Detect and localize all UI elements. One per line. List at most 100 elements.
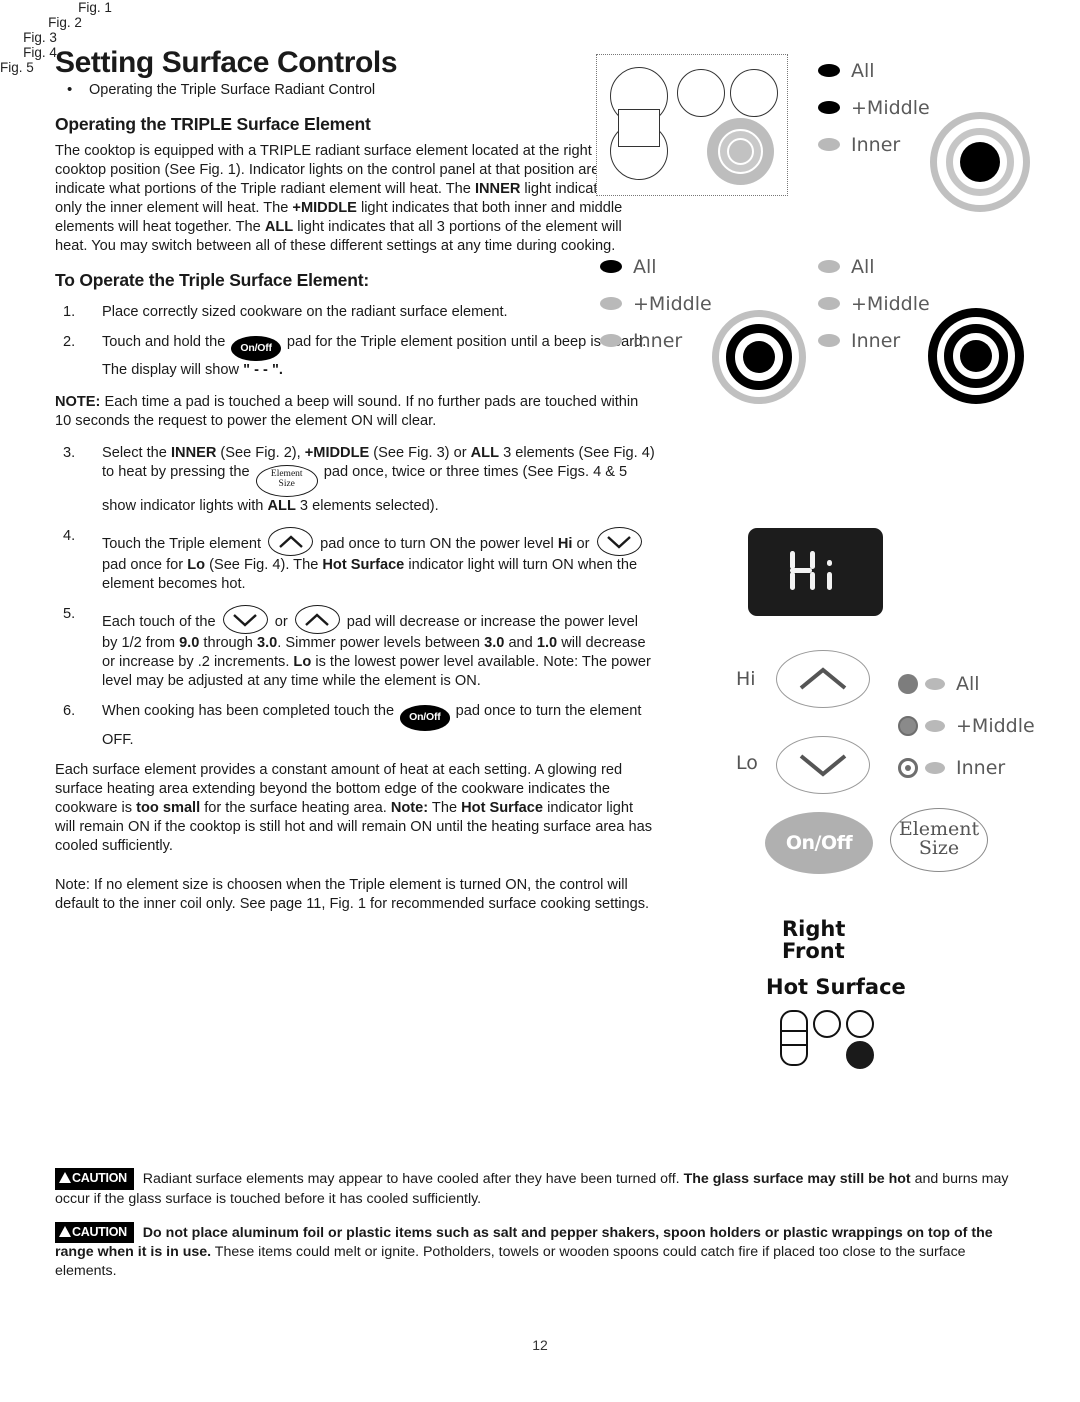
right-front-line1: Right: [782, 917, 846, 941]
ring-inner-on: [743, 341, 775, 373]
step-number: 5.: [63, 606, 76, 623]
led-indicator-icon: [818, 334, 840, 347]
indicator-label: +Middle: [633, 292, 712, 315]
caution-badge: CAUTION: [55, 1168, 134, 1190]
bullet-dot: •: [67, 81, 73, 98]
ring-inner-on: [960, 142, 1000, 182]
chevron-up-icon: [799, 667, 847, 690]
indicator-label: +Middle: [851, 292, 930, 315]
led-indicator-icon: [818, 101, 840, 114]
pad-lo-label: Lo: [736, 752, 758, 774]
note-beep: NOTE: Each time a pad is touched a beep …: [55, 394, 639, 430]
chevron-down-icon: [799, 754, 847, 777]
indicator-row-all: All: [898, 663, 1035, 705]
burner-position-glyph: [780, 1010, 890, 1069]
step-text: Touch the Triple element pad once to tur…: [102, 527, 645, 592]
figure-4-element-rings: [928, 308, 1024, 404]
step-item-5: 5. Each touch of the or pad will decreas…: [55, 605, 655, 691]
indicator-label: All: [633, 255, 657, 278]
element-size-pad-inline: Element Size: [255, 465, 318, 498]
page-title: Setting Surface Controls: [55, 46, 398, 79]
chevron-down-pad-inline: [222, 605, 268, 635]
indicator-row-middle: +Middle: [818, 285, 930, 322]
step-item-2: 2. Touch and hold the On/Off pad for the…: [55, 333, 655, 380]
glyph-right-front-active: [846, 1041, 874, 1069]
burner-right-rear: [730, 69, 778, 117]
indicator-row-inner: Inner: [818, 126, 930, 163]
step-text: When cooking has been completed touch th…: [102, 703, 642, 748]
indicator-row-inner: Inner: [818, 322, 930, 359]
led-indicator-icon: [600, 297, 622, 310]
operate-steps-list-cont: 3. Select the INNER (See Fig. 2), +MIDDL…: [55, 444, 655, 750]
page-number: 12: [532, 1337, 548, 1353]
burner-center-rear: [677, 69, 725, 117]
figure-3-indicator-legend: All +Middle Inner: [600, 248, 712, 359]
indicator-label: +Middle: [956, 715, 1035, 737]
chevron-down-pad-inline: [596, 527, 642, 557]
step-number: 2.: [63, 333, 76, 350]
led-indicator-icon: [600, 260, 622, 273]
glyph-center-rear: [813, 1010, 841, 1038]
right-front-label: Right Front: [782, 918, 845, 963]
figure-5-led-display: [748, 528, 883, 616]
bridge-element: [618, 109, 660, 147]
triple-description: The cooktop is equipped with a TRIPLE ra…: [55, 143, 652, 254]
caution-block-1: CAUTION Radiant surface elements may app…: [55, 1168, 1025, 1209]
on-off-pad-label: On/Off: [785, 832, 853, 854]
caution-badge-text: CAUTION: [72, 1171, 127, 1185]
step-item-6: 6. When cooking has been completed touch…: [55, 702, 655, 749]
element-size-label-line1: Element: [898, 818, 980, 840]
right-front-line2: Front: [782, 939, 845, 964]
intro-bullet: • Operating the Triple Surface Radiant C…: [55, 81, 655, 98]
increase-power-pad[interactable]: [776, 650, 870, 708]
on-off-pad[interactable]: On/Off: [765, 812, 873, 874]
left-text-column: Setting Surface Controls • Operating the…: [55, 46, 655, 914]
figure-2-indicator-legend: All +Middle Inner: [818, 52, 930, 163]
indicator-row-inner: Inner: [898, 747, 1035, 789]
indicator-label: +Middle: [851, 96, 930, 119]
hot-surface-label: Hot Surface: [766, 975, 906, 999]
step-number: 4.: [63, 528, 76, 545]
glyph-right-rear: [846, 1010, 874, 1038]
step-number: 6.: [63, 703, 76, 720]
indicator-label: All: [851, 255, 875, 278]
led-indicator-icon: [818, 297, 840, 310]
figure-1-cooktop-diagram: [596, 54, 788, 196]
step-item-1: 1. Place correctly sized cookware on the…: [55, 303, 655, 322]
step-number: 1.: [63, 303, 76, 320]
indicator-row-middle: +Middle: [818, 89, 930, 126]
figure-2-element-rings: [930, 112, 1030, 212]
led-indicator-icon: [925, 678, 945, 690]
ring-inner-on: [960, 340, 992, 372]
section-heading-triple: Operating the TRIPLE Surface Element: [55, 114, 371, 134]
triple-element-inner: [727, 138, 754, 165]
indicator-row-all: All: [818, 52, 930, 89]
step-text: Each touch of the or pad will decrease o…: [102, 605, 651, 689]
glyph-left-rear: [780, 1010, 808, 1032]
element-ring-icon-middle: [898, 716, 918, 736]
step-text: Place correctly sized cookware on the ra…: [102, 303, 508, 320]
intro-bullet-text: Operating the Triple Surface Radiant Con…: [89, 82, 376, 98]
figure-3-element-rings: [712, 310, 806, 404]
chevron-up-pad-inline: [294, 605, 340, 635]
figure-5-indicator-legend: All +Middle Inner: [898, 663, 1035, 789]
element-ring-icon-all: [898, 674, 918, 694]
caution-badge: CAUTION: [55, 1221, 134, 1244]
figure-2-label: Fig. 2: [48, 15, 82, 30]
led-indicator-icon: [600, 334, 622, 347]
tail-paragraph: Each surface element provides a constant…: [55, 761, 652, 854]
led-indicator-icon: [818, 64, 840, 77]
indicator-row-all: All: [818, 248, 930, 285]
step-text: Touch and hold the On/Off pad for the Tr…: [102, 333, 647, 379]
indicator-row-inner: Inner: [600, 322, 712, 359]
on-off-pad-inline: On/Off: [400, 705, 450, 731]
indicator-label: Inner: [851, 133, 901, 156]
decrease-power-pad[interactable]: [776, 736, 870, 794]
manual-page: Setting Surface Controls • Operating the…: [0, 0, 1080, 1402]
section-heading-operate: To Operate the Triple Surface Element:: [55, 269, 369, 290]
on-off-pad-inline: On/Off: [231, 335, 281, 362]
led-indicator-icon: [818, 138, 840, 151]
indicator-label: Inner: [956, 757, 1006, 779]
element-ring-icon-inner: [898, 758, 918, 778]
element-size-pad[interactable]: Element Size: [890, 808, 988, 872]
